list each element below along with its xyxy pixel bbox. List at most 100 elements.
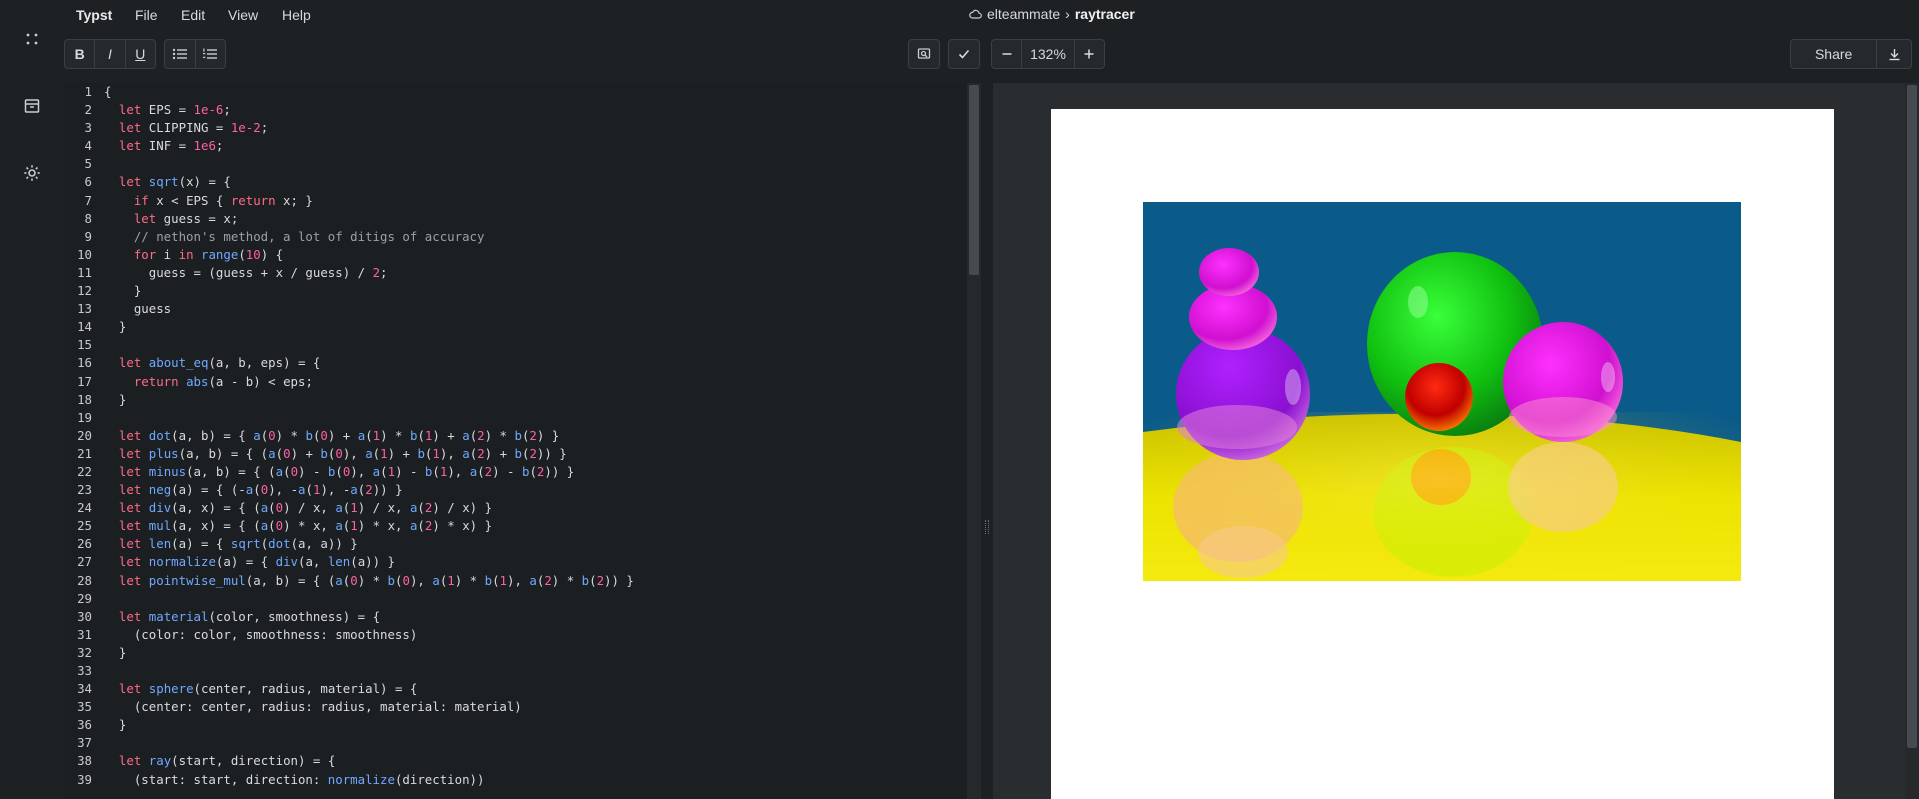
code-line[interactable]: 8 let guess = x; <box>64 210 967 228</box>
menu-view[interactable]: View <box>228 7 258 23</box>
code-line[interactable]: 25 let mul(a, x) = { (a(0) * x, a(1) * x… <box>64 517 967 535</box>
code-line[interactable]: 12 } <box>64 282 967 300</box>
line-text[interactable]: return abs(a - b) < eps; <box>104 373 313 391</box>
line-text[interactable]: let ray(start, direction) = { <box>104 752 335 770</box>
code-line[interactable]: 9 // nethon's method, a lot of ditigs of… <box>64 228 967 246</box>
code-line[interactable]: 3 let CLIPPING = 1e-2; <box>64 119 967 137</box>
zoom-in-button[interactable] <box>1075 40 1104 68</box>
code-line[interactable]: 18 } <box>64 391 967 409</box>
check-button[interactable] <box>948 39 980 69</box>
code-line[interactable]: 20 let dot(a, b) = { a(0) * b(0) + a(1) … <box>64 427 967 445</box>
editor-scrollbar[interactable] <box>967 83 981 799</box>
line-text[interactable]: let guess = x; <box>104 210 238 228</box>
line-text[interactable]: let sqrt(x) = { <box>104 173 231 191</box>
editor-scroll-thumb[interactable] <box>969 85 979 275</box>
download-button[interactable] <box>1877 40 1911 68</box>
code-line[interactable]: 37 <box>64 734 967 752</box>
code-line[interactable]: 4 let INF = 1e6; <box>64 137 967 155</box>
code-line[interactable]: 6 let sqrt(x) = { <box>64 173 967 191</box>
share-button[interactable]: Share <box>1791 40 1878 68</box>
line-text[interactable]: let about_eq(a, b, eps) = { <box>104 354 320 372</box>
code-line[interactable]: 30 let material(color, smoothness) = { <box>64 608 967 626</box>
line-text[interactable]: } <box>104 318 126 336</box>
menu-file[interactable]: File <box>135 7 158 23</box>
code-line[interactable]: 5 <box>64 155 967 173</box>
code-line[interactable]: 32 } <box>64 644 967 662</box>
code-line[interactable]: 13 guess <box>64 300 967 318</box>
menu-edit[interactable]: Edit <box>181 7 205 23</box>
line-text[interactable]: let plus(a, b) = { (a(0) + b(0), a(1) + … <box>104 445 567 463</box>
breadcrumb-project[interactable]: raytracer <box>1075 6 1135 22</box>
code-editor[interactable]: 1{2 let EPS = 1e-6; 3 let CLIPPING = 1e-2… <box>64 83 981 799</box>
line-text[interactable]: // nethon's method, a lot of ditigs of a… <box>104 228 485 246</box>
drag-handle-icon[interactable] <box>985 520 989 534</box>
breadcrumb-owner[interactable]: elteammate <box>987 6 1060 22</box>
code-line[interactable]: 39 (start: start, direction: normalize(d… <box>64 771 967 789</box>
bold-button[interactable]: B <box>65 40 96 68</box>
code-line[interactable]: 26 let len(a) = { sqrt(dot(a, a)) } <box>64 535 967 553</box>
search-replace-button[interactable] <box>908 39 940 69</box>
code-line[interactable]: 11 guess = (guess + x / guess) / 2; <box>64 264 967 282</box>
line-text[interactable]: let mul(a, x) = { (a(0) * x, a(1) * x, a… <box>104 517 492 535</box>
code-line[interactable]: 7 if x < EPS { return x; } <box>64 192 967 210</box>
line-text[interactable]: for i in range(10) { <box>104 246 283 264</box>
code-line[interactable]: 38 let ray(start, direction) = { <box>64 752 967 770</box>
zoom-level[interactable]: 132% <box>1021 40 1075 68</box>
code-line[interactable]: 19 <box>64 409 967 427</box>
preview-scrollbar[interactable] <box>1905 83 1919 799</box>
code-line[interactable]: 10 for i in range(10) { <box>64 246 967 264</box>
line-text[interactable]: let CLIPPING = 1e-2; <box>104 119 268 137</box>
code-line[interactable]: 34 let sphere(center, radius, material) … <box>64 680 967 698</box>
menu-help[interactable]: Help <box>282 7 311 23</box>
gear-icon[interactable] <box>14 155 50 191</box>
code-line[interactable]: 35 (center: center, radius: radius, mate… <box>64 698 967 716</box>
line-text[interactable]: let dot(a, b) = { a(0) * b(0) + a(1) * b… <box>104 427 559 445</box>
code-line[interactable]: 33 <box>64 662 967 680</box>
code-line[interactable]: 15 <box>64 336 967 354</box>
line-text[interactable]: let normalize(a) = { div(a, len(a)) } <box>104 553 395 571</box>
line-text[interactable]: let minus(a, b) = { (a(0) - b(0), a(1) -… <box>104 463 574 481</box>
line-text[interactable]: let sphere(center, radius, material) = { <box>104 680 417 698</box>
code-line[interactable]: 16 let about_eq(a, b, eps) = { <box>64 354 967 372</box>
code-line[interactable]: 2 let EPS = 1e-6; <box>64 101 967 119</box>
line-text[interactable]: let div(a, x) = { (a(0) / x, a(1) / x, a… <box>104 499 492 517</box>
line-text[interactable]: } <box>104 391 126 409</box>
line-text[interactable]: { <box>104 83 111 101</box>
preview-pane[interactable] <box>993 83 1919 799</box>
code-line[interactable]: 31 (color: color, smoothness: smoothness… <box>64 626 967 644</box>
pane-divider[interactable] <box>981 83 993 799</box>
line-text[interactable]: let INF = 1e6; <box>104 137 223 155</box>
line-text[interactable]: let EPS = 1e-6; <box>104 101 231 119</box>
line-text[interactable]: } <box>104 644 126 662</box>
zoom-out-button[interactable] <box>992 40 1021 68</box>
numbered-list-button[interactable] <box>196 40 226 68</box>
italic-button[interactable]: I <box>95 40 126 68</box>
code-line[interactable]: 28 let pointwise_mul(a, b) = { (a(0) * b… <box>64 572 967 590</box>
line-text[interactable]: let pointwise_mul(a, b) = { (a(0) * b(0)… <box>104 572 634 590</box>
code-line[interactable]: 14 } <box>64 318 967 336</box>
code-line[interactable]: 24 let div(a, x) = { (a(0) / x, a(1) / x… <box>64 499 967 517</box>
line-text[interactable]: if x < EPS { return x; } <box>104 192 313 210</box>
line-text[interactable]: let neg(a) = { (-a(0), -a(1), -a(2)) } <box>104 481 403 499</box>
code-line[interactable]: 22 let minus(a, b) = { (a(0) - b(0), a(1… <box>64 463 967 481</box>
bullet-list-button[interactable] <box>165 40 196 68</box>
code-line[interactable]: 23 let neg(a) = { (-a(0), -a(1), -a(2)) … <box>64 481 967 499</box>
code-line[interactable]: 21 let plus(a, b) = { (a(0) + b(0), a(1)… <box>64 445 967 463</box>
line-text[interactable]: let len(a) = { sqrt(dot(a, a)) } <box>104 535 358 553</box>
line-text[interactable]: } <box>104 716 126 734</box>
code-line[interactable]: 29 <box>64 590 967 608</box>
underline-button[interactable]: U <box>126 40 155 68</box>
app-brand[interactable]: Typst <box>76 7 112 23</box>
code-line[interactable]: 36 } <box>64 716 967 734</box>
line-text[interactable]: guess <box>104 300 171 318</box>
code-line[interactable]: 1{ <box>64 83 967 101</box>
code-line[interactable]: 17 return abs(a - b) < eps; <box>64 373 967 391</box>
line-text[interactable]: (center: center, radius: radius, materia… <box>104 698 522 716</box>
preview-scroll-thumb[interactable] <box>1907 85 1917 748</box>
line-text[interactable]: } <box>104 282 141 300</box>
code-content[interactable]: 1{2 let EPS = 1e-6; 3 let CLIPPING = 1e-2… <box>64 83 967 789</box>
line-text[interactable]: (color: color, smoothness: smoothness) <box>104 626 417 644</box>
code-line[interactable]: 27 let normalize(a) = { div(a, len(a)) } <box>64 553 967 571</box>
line-text[interactable]: guess = (guess + x / guess) / 2; <box>104 264 388 282</box>
apps-icon[interactable] <box>14 21 50 57</box>
